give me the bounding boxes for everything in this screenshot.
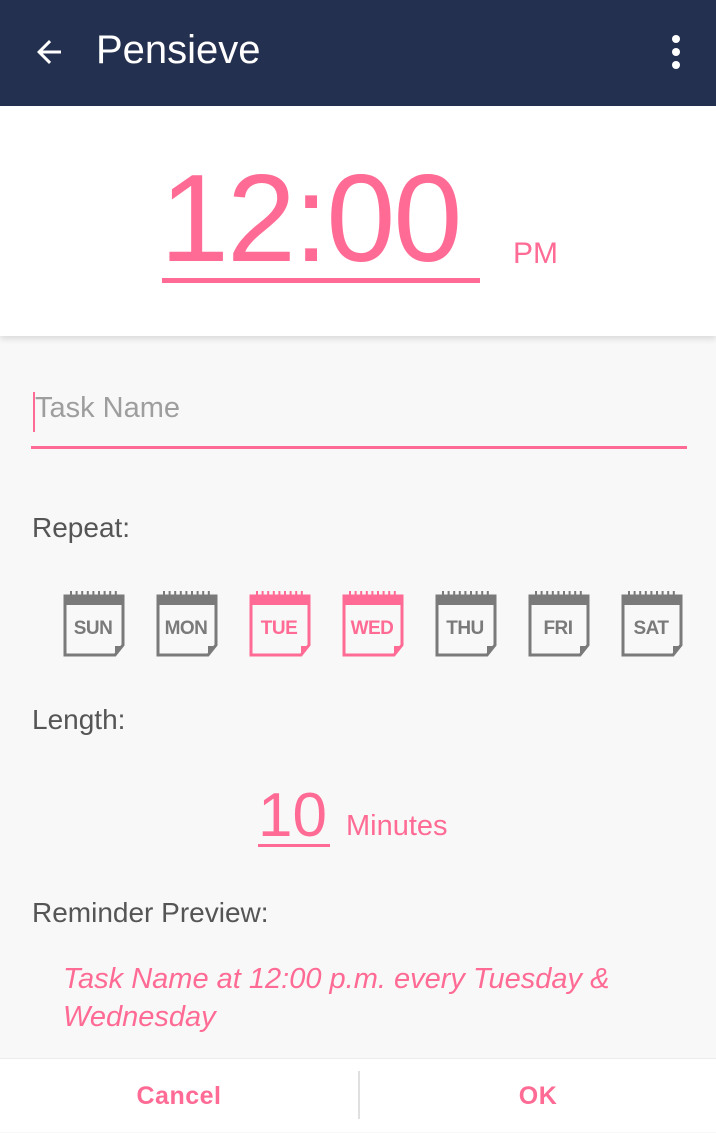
time-underline: [162, 278, 480, 283]
time-picker-value[interactable]: 12:00: [160, 154, 462, 284]
repeat-day-mon[interactable]: MON: [156, 591, 220, 657]
app-title: Pensieve: [96, 28, 261, 72]
repeat-day-label: SAT: [633, 618, 669, 639]
cancel-button[interactable]: Cancel: [0, 1059, 358, 1133]
repeat-day-fri[interactable]: FRI: [528, 591, 592, 657]
text-cursor: [33, 392, 35, 432]
length-value[interactable]: 10: [258, 783, 327, 849]
length-unit: Minutes: [346, 810, 448, 842]
reminder-preview-text: Task Name at 12:00 p.m. every Tuesday & …: [63, 963, 610, 1033]
reminder-preview-label: Reminder Preview:: [32, 897, 269, 928]
more-vert-icon: [672, 35, 680, 69]
repeat-day-label: WED: [350, 618, 394, 639]
repeat-day-label: TUE: [260, 618, 298, 639]
repeat-day-thu[interactable]: THU: [435, 591, 499, 657]
repeat-day-sun[interactable]: SUN: [63, 591, 127, 657]
back-button[interactable]: [22, 25, 76, 79]
time-card: 12:00 PM: [0, 106, 716, 336]
repeat-label: Repeat:: [32, 512, 131, 543]
repeat-day-label: FRI: [543, 618, 573, 639]
task-name-underline: [31, 446, 687, 449]
app-bar: Pensieve: [0, 0, 716, 106]
length-underline: [258, 844, 330, 847]
overflow-menu-button[interactable]: [654, 27, 698, 77]
repeat-day-label: MON: [164, 618, 208, 639]
repeat-day-tue[interactable]: TUE: [249, 591, 313, 657]
repeat-day-label: THU: [446, 618, 484, 639]
repeat-day-wed[interactable]: WED: [342, 591, 406, 657]
am-pm-toggle[interactable]: PM: [513, 237, 558, 271]
ok-button[interactable]: OK: [360, 1059, 716, 1133]
repeat-day-sat[interactable]: SAT: [621, 591, 685, 657]
arrow-back-icon: [37, 40, 61, 64]
length-label: Length:: [32, 704, 126, 735]
repeat-day-label: SUN: [73, 618, 113, 639]
task-name-input[interactable]: [31, 378, 687, 438]
dialog-footer: Cancel OK: [0, 1058, 716, 1132]
